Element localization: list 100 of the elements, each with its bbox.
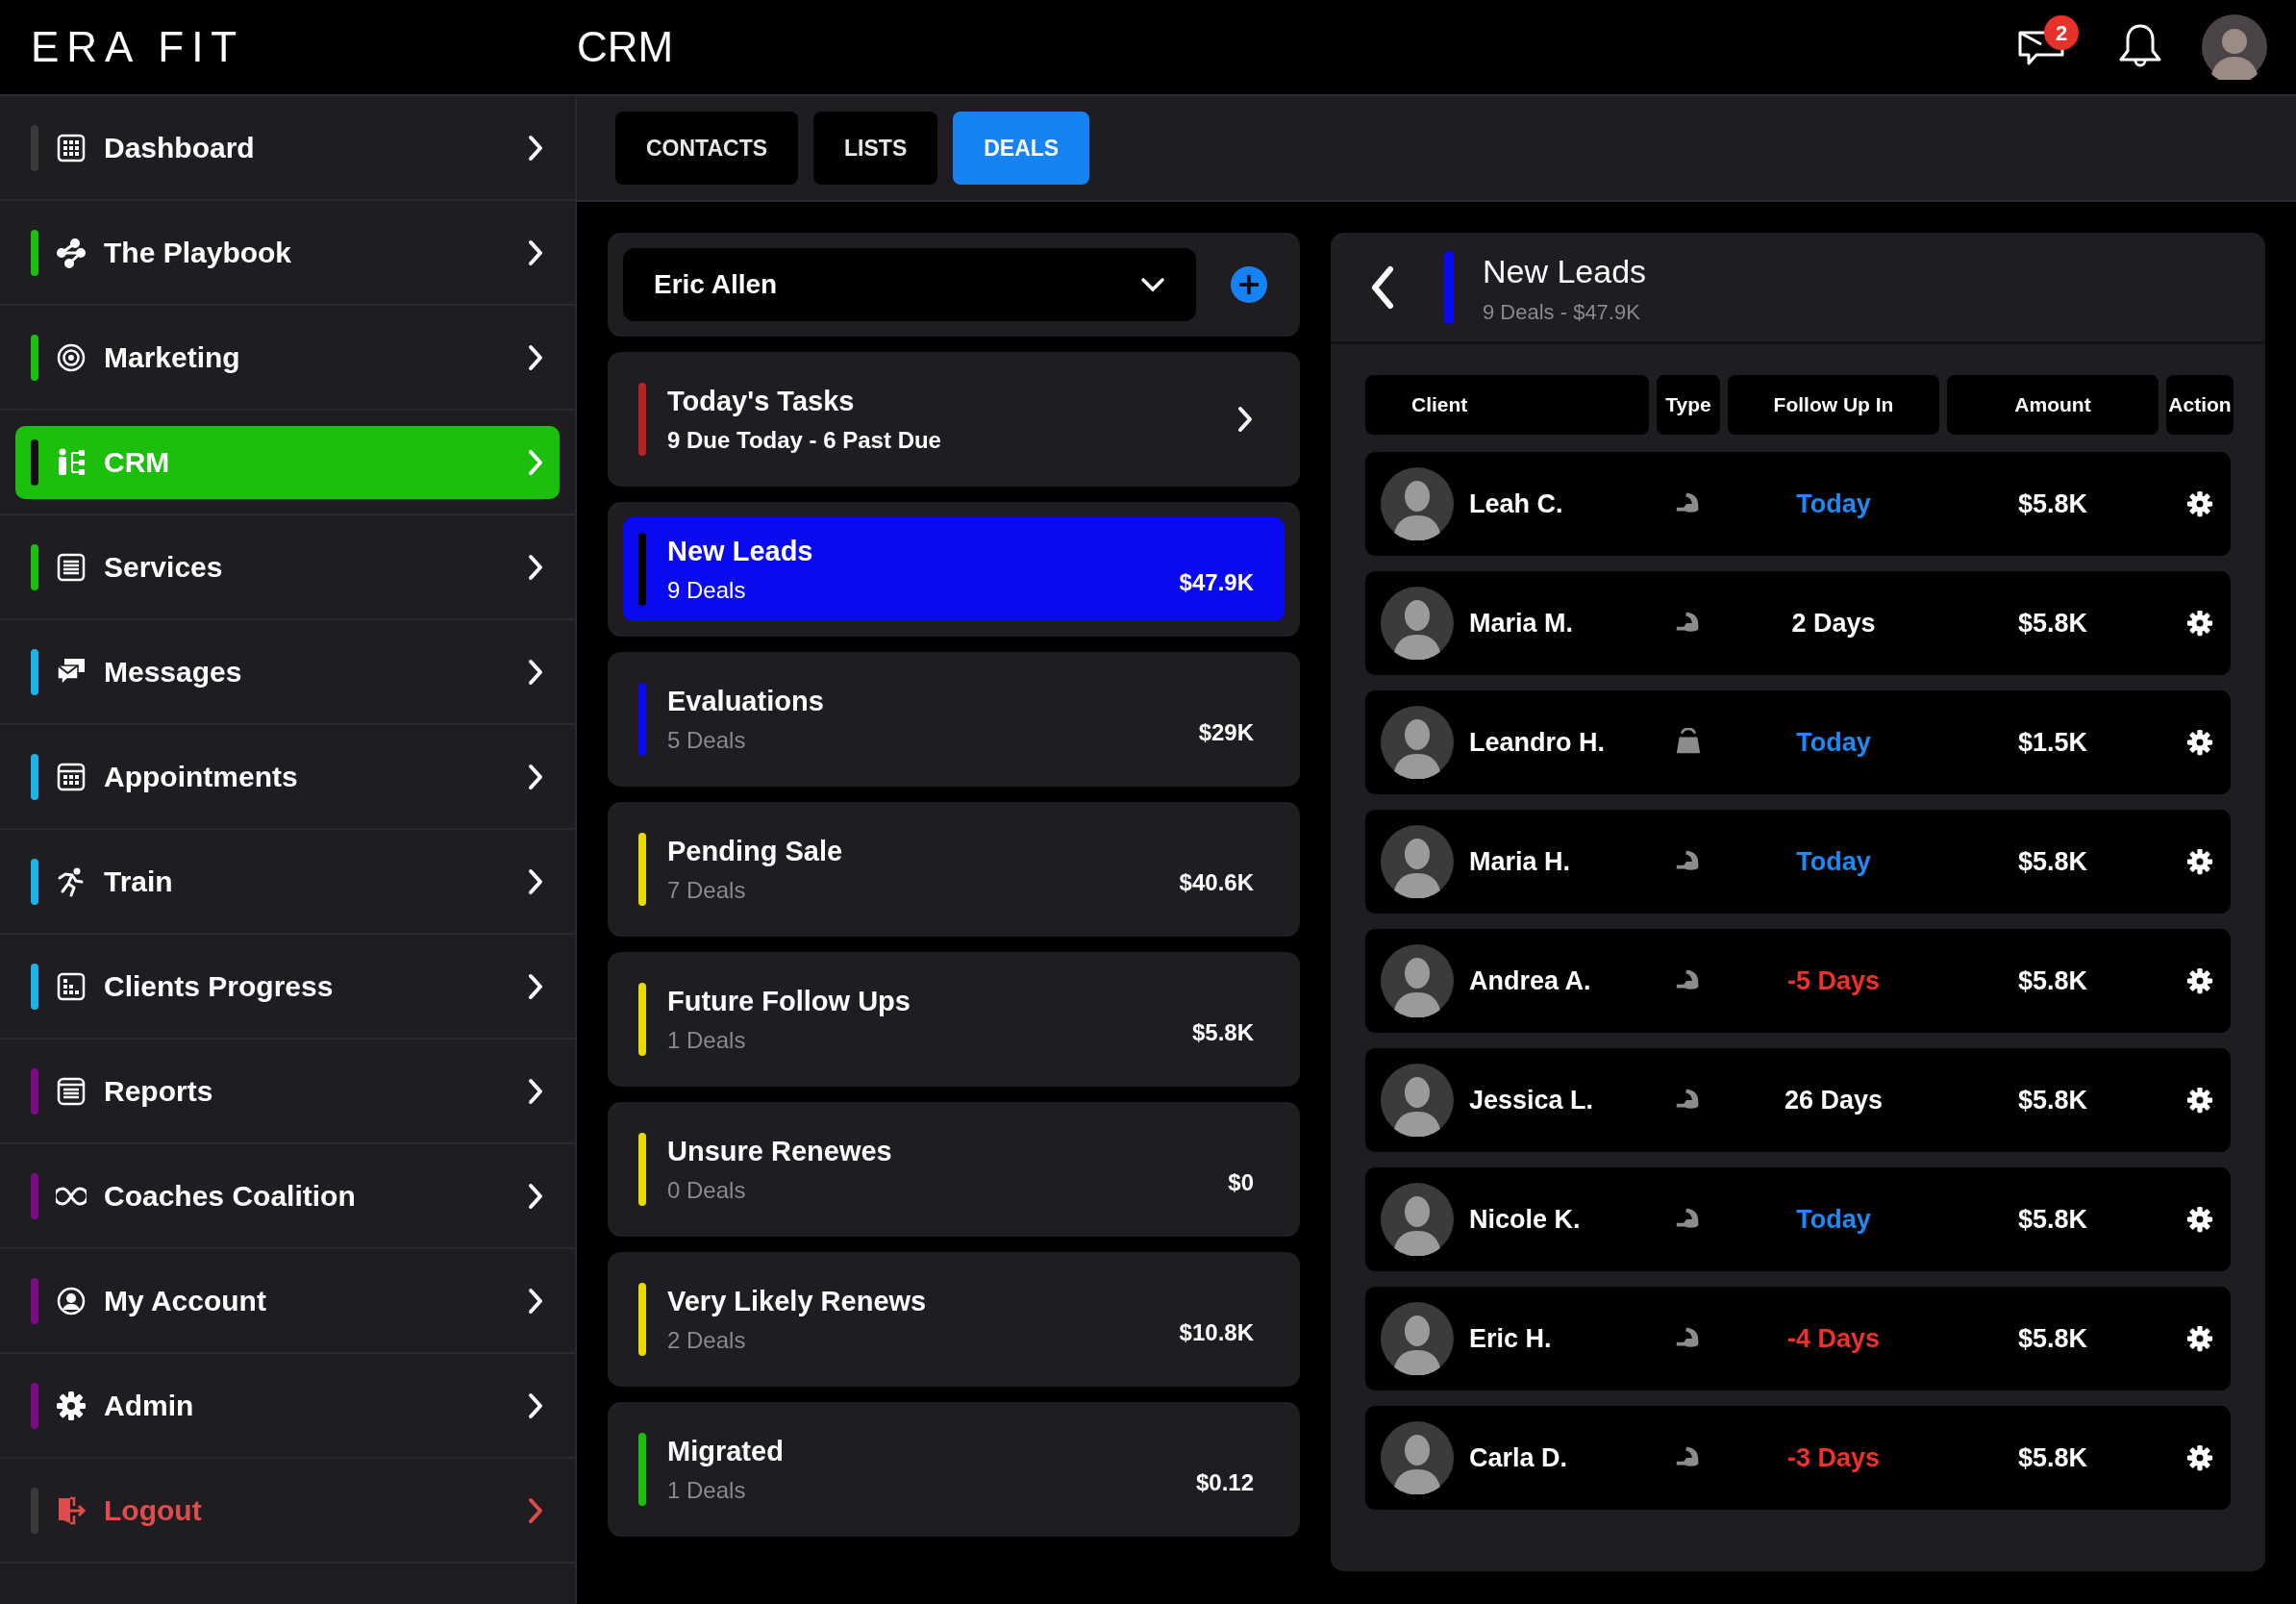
client-name: Nicole K.: [1469, 1203, 1581, 1236]
sidebar-label: The Playbook: [104, 236, 293, 270]
calendar-icon: [56, 761, 87, 792]
deal-row[interactable]: Jessica L. 26 Days $5.8K: [1365, 1048, 2231, 1152]
chevron-right-icon: [527, 867, 544, 895]
deal-row[interactable]: Maria H. Today $5.8K: [1365, 810, 2231, 914]
deal-row[interactable]: Leah C. Today $5.8K: [1365, 452, 2231, 556]
connected-nodes-icon: [56, 237, 87, 268]
deal-count: 1 Deals: [667, 1475, 747, 1505]
sidebar-label: CRM: [104, 445, 171, 480]
follow-up: -5 Days: [1785, 965, 1882, 997]
client-name: Leandro H.: [1469, 726, 1605, 759]
avatar-silhouette-icon: [1381, 1064, 1454, 1137]
deal-row[interactable]: Carla D. -3 Days $5.8K: [1365, 1406, 2231, 1510]
sidebar-label: Marketing: [104, 340, 241, 375]
stage-title: Future Follow Ups: [667, 985, 911, 1019]
sidebar-label: Train: [104, 865, 174, 899]
amount: $5.8K: [2016, 607, 2089, 639]
chevron-down-icon: [1140, 277, 1165, 292]
tab[interactable]: CONTACTS: [615, 112, 799, 185]
stage-amount: $47.9K: [1179, 568, 1254, 597]
amount: $5.8K: [2016, 1203, 2089, 1236]
sidebar-label: Appointments: [104, 760, 299, 794]
stage-title: Migrated: [667, 1435, 785, 1469]
sidebar-label: Logout: [104, 1493, 203, 1528]
column-header: Type: [1657, 375, 1720, 435]
client-name: Jessica L.: [1469, 1084, 1594, 1116]
avatar-silhouette-icon: [1381, 706, 1454, 779]
amount: $5.8K: [2016, 1084, 2089, 1116]
deal-row[interactable]: Andrea A. -5 Days $5.8K: [1365, 929, 2231, 1033]
sidebar-label: Coaches Coalition: [104, 1179, 357, 1214]
stage-amount: $0.12: [1195, 1468, 1254, 1497]
sidebar-label: Messages: [104, 655, 243, 689]
amount: $5.8K: [2016, 845, 2089, 878]
stage-title: Pending Sale: [667, 835, 844, 869]
column-header: Amount: [1947, 375, 2159, 435]
settings-icon: [56, 1390, 87, 1421]
tab[interactable]: DEALS: [953, 112, 1090, 185]
stage-title: Evaluations: [667, 685, 825, 719]
avatar-silhouette-icon: [1381, 1302, 1454, 1375]
back-icon[interactable]: [1369, 264, 1396, 310]
follow-up: Today: [1795, 726, 1872, 759]
avatar-silhouette-icon: [1381, 944, 1454, 1017]
deal-row[interactable]: Leandro H. Today $1.5K: [1365, 690, 2231, 794]
client-name: Maria H.: [1469, 845, 1571, 878]
document-lines-icon: [56, 1075, 87, 1107]
client-name: Maria M.: [1469, 607, 1574, 639]
deal-count: 2 Deals: [667, 1325, 747, 1355]
chevron-right-icon: [527, 972, 544, 1000]
sidebar-label: Admin: [104, 1389, 195, 1423]
stage-title: New Leads: [667, 535, 814, 569]
chevron-right-icon: [527, 1077, 544, 1105]
column-header: Follow Up In: [1728, 375, 1939, 435]
deal-row[interactable]: Eric H. -4 Days $5.8K: [1365, 1287, 2231, 1391]
avatar-silhouette-icon: [1381, 1183, 1454, 1256]
avatar-icon[interactable]: [2202, 14, 2267, 80]
chevron-right-icon: [527, 1182, 544, 1210]
sidebar-label: Reports: [104, 1074, 214, 1109]
sidebar-label: Dashboard: [104, 131, 256, 165]
follow-up: Today: [1795, 488, 1872, 520]
door-exit-icon: [56, 1494, 87, 1526]
stage-amount: $10.8K: [1179, 1318, 1254, 1347]
stage-amount: $5.8K: [1191, 1018, 1254, 1047]
deal-row[interactable]: Maria M. 2 Days $5.8K: [1365, 571, 2231, 675]
messages-button[interactable]: 2: [2017, 15, 2079, 79]
chevron-right-icon: [527, 1287, 544, 1315]
client-name: Eric H.: [1469, 1322, 1552, 1355]
bar-chart-icon: [56, 970, 87, 1002]
stage-amount: $40.6K: [1179, 868, 1254, 897]
follow-up: 2 Days: [1790, 607, 1877, 639]
chevron-right-icon: [527, 553, 544, 581]
column-header: Client: [1365, 375, 1649, 435]
stage-summary: 9 Deals - $47.9K: [1483, 298, 1641, 326]
sidebar-label: Services: [104, 550, 224, 585]
column-header: Action: [2166, 375, 2234, 435]
client-name: Leah C.: [1469, 488, 1563, 520]
chevron-right-icon: [527, 134, 544, 162]
avatar-silhouette-icon: [1381, 1421, 1454, 1494]
deal-count: 1 Deals: [667, 1025, 747, 1055]
chevron-right-icon: [527, 658, 544, 686]
tab[interactable]: LISTS: [813, 112, 938, 185]
follow-up: -4 Days: [1785, 1322, 1882, 1355]
follow-up: Today: [1795, 845, 1872, 878]
accent-bar: [31, 439, 38, 486]
deal-count: 9 Deals: [667, 575, 747, 605]
avatar-silhouette-icon: [1381, 467, 1454, 540]
stage-title: Unsure Renewes: [667, 1135, 893, 1169]
amount: $5.8K: [2016, 965, 2089, 997]
add-icon[interactable]: [1231, 266, 1267, 303]
user-circle-icon: [56, 1285, 87, 1316]
deal-count: 5 Deals: [667, 725, 747, 755]
stage-card[interactable]: New Leads 9 Deals $47.9K: [623, 517, 1285, 621]
deal-row[interactable]: Nicole K. Today $5.8K: [1365, 1167, 2231, 1271]
amount: $1.5K: [2016, 726, 2089, 759]
chevron-right-icon: [527, 238, 544, 266]
follow-up: -3 Days: [1785, 1441, 1882, 1474]
stage-title: Today's Tasks: [667, 385, 856, 419]
page-title: CRM: [577, 22, 675, 72]
amount: $5.8K: [2016, 1322, 2089, 1355]
owner-dropdown[interactable]: Eric Allen: [623, 248, 1196, 321]
